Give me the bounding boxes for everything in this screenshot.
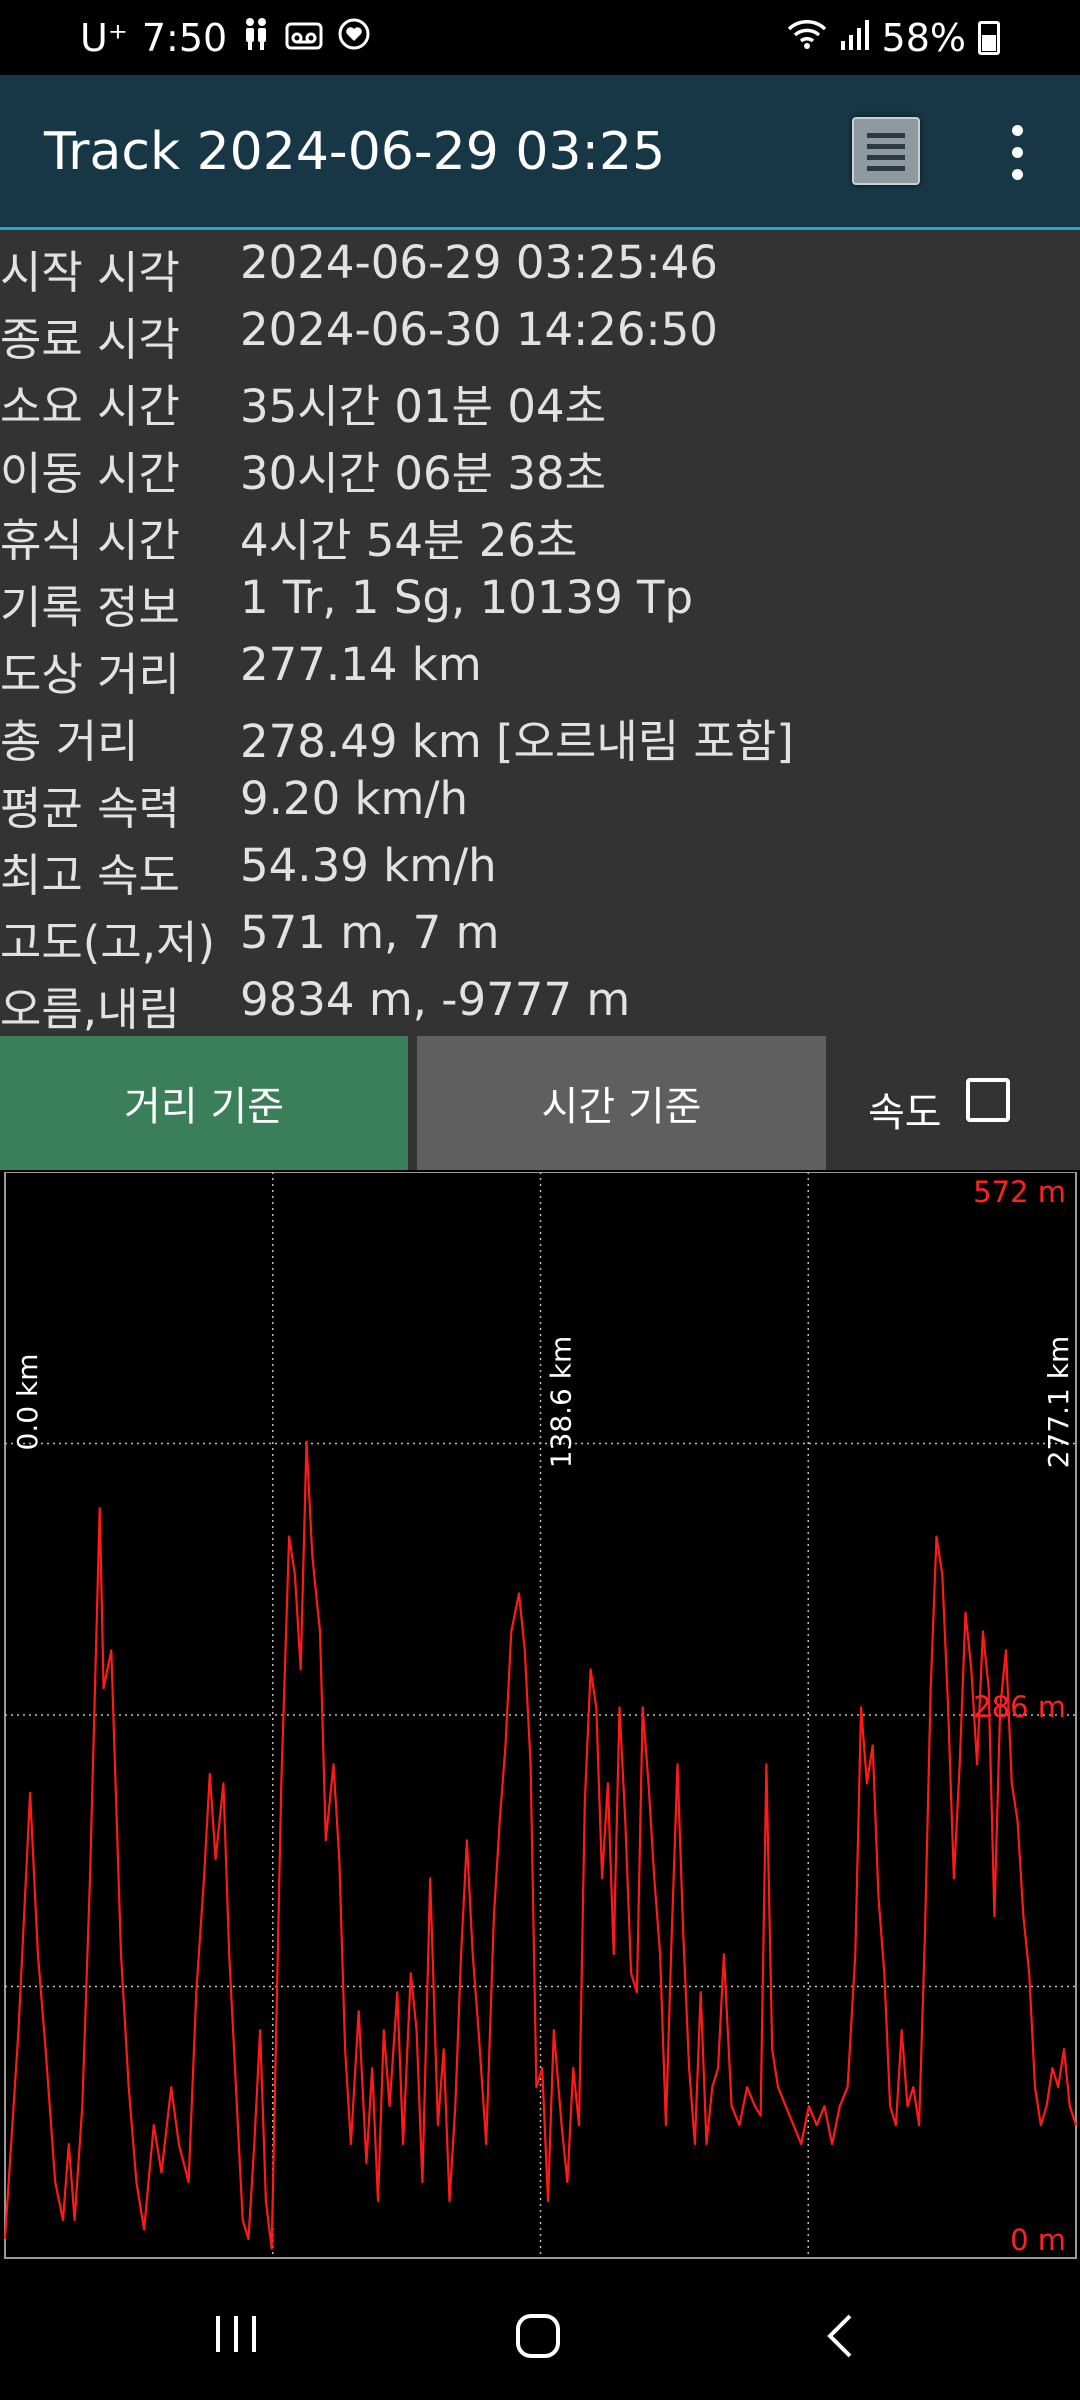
stat-value: 9834 m, -9777 m — [240, 973, 631, 1026]
stat-row-max-speed: 최고 속도 54.39 km/h — [0, 833, 1080, 902]
stat-label: 도상 거리 — [0, 648, 180, 701]
battery-percent: 58% — [881, 16, 966, 60]
home-icon[interactable] — [514, 2312, 562, 2364]
stat-label: 총 거리 — [0, 715, 139, 768]
stat-row-total-distance: 총 거리 278.49 km [오르내림 포함] — [0, 699, 1080, 768]
y-tick-label: 0 m — [1010, 2223, 1066, 2257]
stat-row-rest-time: 휴식 시간 4시간 54분 26초 — [0, 498, 1080, 567]
distance-basis-button[interactable]: 거리 기준 — [0, 1036, 408, 1170]
x-tick-label: 138.6 km — [545, 1336, 578, 1469]
person-icon — [241, 16, 271, 60]
stat-value: 1 Tr, 1 Sg, 10139 Tp — [240, 571, 694, 624]
stat-row-record-info: 기록 정보 1 Tr, 1 Sg, 10139 Tp — [0, 565, 1080, 634]
stat-label: 이동 시간 — [0, 447, 180, 500]
carrier-label: U⁺ — [80, 16, 128, 60]
stat-value: 30시간 06분 38초 — [240, 447, 606, 500]
app-bar: Track 2024-06-29 03:25 — [0, 75, 1080, 230]
stat-label: 시작 시각 — [0, 246, 180, 299]
heart-sync-icon — [337, 16, 371, 60]
more-vert-icon[interactable] — [998, 123, 1038, 183]
track-stats: 시작 시각 2024-06-29 03:25:46 종료 시각 2024-06-… — [0, 230, 1080, 1036]
time-basis-button[interactable]: 시간 기준 — [417, 1036, 826, 1170]
stat-label: 고도(고,저) — [0, 916, 216, 969]
page-title: Track 2024-06-29 03:25 — [44, 122, 666, 182]
stat-label: 소요 시간 — [0, 380, 180, 433]
stat-value: 35시간 01분 04초 — [240, 380, 606, 433]
speed-checkbox[interactable] — [966, 1078, 1010, 1122]
stat-value: 277.14 km — [240, 638, 482, 691]
stat-row-elapsed-time: 소요 시간 35시간 01분 04초 — [0, 364, 1080, 433]
stat-label: 종료 시각 — [0, 313, 180, 366]
stat-row-moving-time: 이동 시간 30시간 06분 38초 — [0, 431, 1080, 500]
stat-value: 9.20 km/h — [240, 772, 469, 825]
stat-label: 기록 정보 — [0, 581, 180, 634]
elevation-chart: 572 m 286 m 0 m 0.0 km 138.6 km 277.1 km — [0, 1172, 1080, 2262]
stat-value: 2024-06-30 14:26:50 — [240, 303, 718, 356]
stat-label: 휴식 시간 — [0, 514, 180, 567]
clock: 7:50 — [141, 16, 228, 60]
stat-value: 4시간 54분 26초 — [240, 514, 578, 567]
y-tick-label: 286 m — [973, 1690, 1066, 1724]
stat-value: 571 m, 7 m — [240, 906, 500, 959]
stat-value: 278.49 km [오르내림 포함] — [240, 715, 794, 768]
x-tick-label: 277.1 km — [1042, 1336, 1075, 1469]
stat-label: 평균 속력 — [0, 782, 180, 835]
recent-apps-icon[interactable] — [212, 2314, 260, 2358]
stat-value: 2024-06-29 03:25:46 — [240, 236, 718, 289]
stat-row-start-time: 시작 시각 2024-06-29 03:25:46 — [0, 230, 1080, 299]
battery-icon — [978, 21, 1000, 55]
signal-icon — [840, 16, 870, 60]
stat-row-average-speed: 평균 속력 9.20 km/h — [0, 766, 1080, 835]
back-icon[interactable] — [824, 2312, 856, 2364]
status-left: U⁺ 7:50 — [80, 16, 371, 60]
stat-label: 최고 속도 — [0, 849, 180, 902]
chart-mode-bar: 거리 기준 시간 기준 속도 — [0, 1036, 1080, 1170]
wifi-icon — [786, 16, 828, 60]
elevation-chart-svg: 572 m 286 m 0 m 0.0 km 138.6 km 277.1 km — [3, 1172, 1078, 2259]
status-bar: U⁺ 7:50 58% — [0, 0, 1080, 75]
x-tick-label: 0.0 km — [11, 1354, 44, 1451]
y-tick-label: 572 m — [973, 1175, 1066, 1209]
stat-row-altitude: 고도(고,저) 571 m, 7 m — [0, 900, 1080, 969]
status-right: 58% — [786, 16, 1000, 60]
system-nav-bar — [0, 2262, 1080, 2400]
stat-value: 54.39 km/h — [240, 839, 497, 892]
voicemail-icon — [285, 16, 323, 60]
speed-label: 속도 — [868, 1090, 942, 1136]
stat-label: 오름,내림 — [0, 983, 180, 1036]
stat-row-map-distance: 도상 거리 277.14 km — [0, 632, 1080, 701]
stat-row-ascent-descent: 오름,내림 9834 m, -9777 m — [0, 967, 1080, 1036]
stat-row-end-time: 종료 시각 2024-06-30 14:26:50 — [0, 297, 1080, 366]
list-view-icon[interactable] — [852, 117, 920, 185]
